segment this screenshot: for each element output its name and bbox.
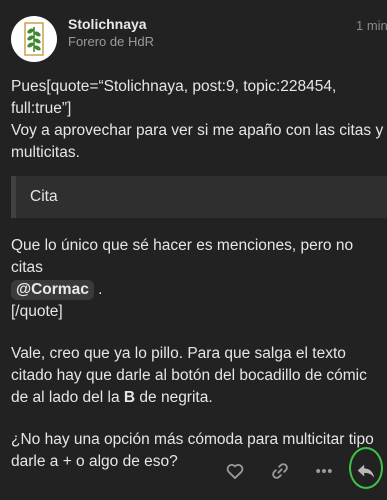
post-paragraph-4: Vale, creo que ya lo pillo. Para que sal… bbox=[11, 343, 387, 409]
more-icon bbox=[316, 469, 332, 473]
post-author[interactable]: Stolichnaya bbox=[68, 16, 147, 32]
post-body: Pues[quote=“Stolichnaya, post:9, topic:2… bbox=[11, 76, 387, 164]
link-icon bbox=[272, 463, 288, 479]
copy-link-button[interactable] bbox=[265, 456, 295, 486]
paragraph-4-bold: B bbox=[123, 389, 136, 406]
user-title: Forero de HdR bbox=[68, 34, 154, 49]
heart-icon bbox=[226, 463, 244, 479]
paragraph-2-text: Que lo único que sé hacer es menciones, … bbox=[11, 237, 358, 276]
post-date[interactable]: 1 min bbox=[356, 18, 387, 33]
paragraph-2-end: . bbox=[93, 281, 103, 298]
post-paragraph-2: Que lo único que sé hacer es menciones, … bbox=[11, 235, 387, 301]
like-button[interactable] bbox=[220, 456, 250, 486]
quote-label: Cita bbox=[30, 188, 58, 205]
reply-icon bbox=[357, 464, 375, 478]
post-paragraph-3: [/quote] bbox=[11, 303, 63, 320]
paragraph-4-end: de negrita. bbox=[135, 389, 213, 406]
more-button[interactable] bbox=[309, 456, 339, 486]
post-body-continued: Que lo único que sé hacer es menciones, … bbox=[11, 235, 387, 473]
post-actions bbox=[0, 446, 387, 496]
post-header: Stolichnaya Forero de HdR 1 min bbox=[0, 0, 387, 70]
mention-link[interactable]: @Cormac bbox=[11, 280, 94, 300]
quote-block: Cita bbox=[11, 176, 387, 218]
avatar-image bbox=[24, 22, 44, 56]
reply-button[interactable] bbox=[351, 456, 381, 486]
avatar[interactable] bbox=[11, 16, 57, 62]
post-paragraph-1: Pues[quote=“Stolichnaya, post:9, topic:2… bbox=[11, 78, 384, 161]
